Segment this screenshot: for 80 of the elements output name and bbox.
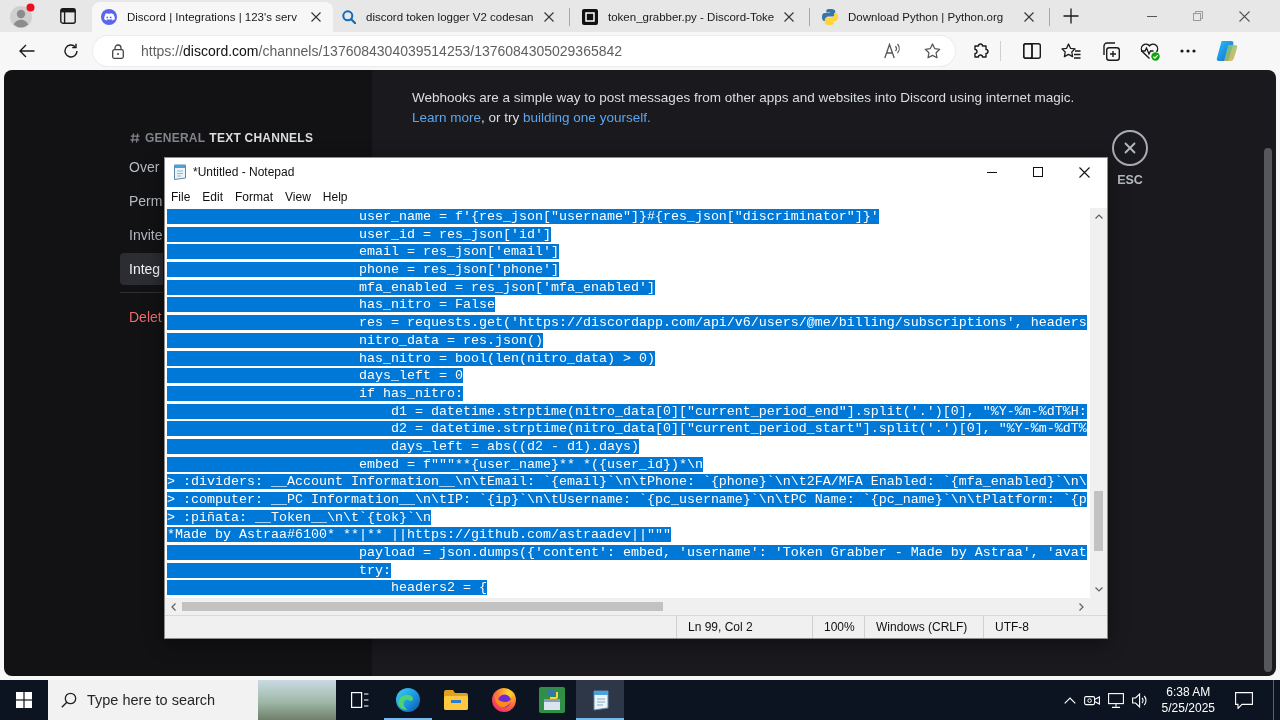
close-icon[interactable] [1239,10,1250,22]
close-icon[interactable] [784,12,795,22]
window-title: *Untitled - Notepad [193,165,295,179]
text-editor[interactable] [165,208,1090,598]
taskbar-app-button[interactable] [576,680,624,720]
package-icon[interactable] [539,687,565,713]
search-field[interactable]: Type here to search [48,680,258,720]
collections-icon[interactable] [1101,41,1120,61]
window-layout-icon[interactable] [60,8,76,24]
star-icon[interactable] [924,43,941,59]
notepad-icon [172,164,188,180]
webhooks-description: Webhooks are a simple way to post messages from other apps and websites into Discord using internet magic. [412,89,1076,107]
settings-nav-item[interactable]: Delet [120,301,163,333]
settings-nav-item[interactable]: Integ [120,253,163,285]
menu-item[interactable]: Help [316,190,354,204]
browser-tab[interactable]: token_grabber.py - Discord-Toke [573,2,806,32]
menu-item[interactable]: Edit [196,190,230,204]
settings-nav-item[interactable]: Over [120,151,163,183]
flame-globe-icon[interactable] [492,688,516,712]
close-icon[interactable] [1124,142,1136,154]
horizontal-scrollbar[interactable] [165,598,1107,615]
browser-tab[interactable]: discord token logger V2 codesan [333,2,566,32]
puzzle-piece-icon[interactable] [973,42,991,60]
menu-item[interactable]: View [279,190,317,204]
close-icon[interactable] [1079,166,1090,178]
close-icon[interactable] [1024,12,1034,22]
close-icon[interactable] [311,12,321,22]
status-bar-text: UTF-8 [983,616,1107,638]
menu-item[interactable]: File [165,190,197,204]
square-logo-icon [582,9,598,25]
minimize-icon[interactable] [987,171,997,173]
link[interactable]: Learn more [412,110,482,125]
minimize-icon[interactable] [1147,15,1157,17]
settings-nav-item[interactable]: Perm [120,185,163,217]
link[interactable]: building one yourself. [523,110,651,125]
speech-bubble-icon[interactable] [1235,691,1253,709]
browser-tab[interactable]: Discord | Integrations | 123's serv [92,2,333,32]
windows-logo-icon[interactable] [16,692,32,708]
address-field[interactable]: https://discord.com/channels/1376084304039514253/1376084305029365842 [93,36,955,66]
search-icon [342,10,356,24]
search-icon [61,692,77,708]
menu-item[interactable]: Format [229,190,280,204]
controller-logo-icon [101,9,117,25]
ribbon-logo-icon[interactable] [1216,40,1238,62]
more-icon[interactable] [1180,49,1196,53]
folder-icon[interactable] [444,690,468,710]
category-name: TEXT CHANNELS [209,131,314,145]
chevron-up-icon[interactable] [1063,696,1076,704]
new-tab-icon[interactable] [1063,8,1079,24]
scrollbar-thumb[interactable] [1094,491,1103,551]
browser-tab[interactable]: Download Python | Python.org [813,2,1046,32]
clock-time[interactable]: 6:38 AM [1166,684,1211,700]
clock-date[interactable]: 5/25/2025 [1161,700,1215,716]
profile-avatar-icon[interactable] [9,3,35,29]
vertical-scrollbar[interactable] [1090,208,1107,598]
esc-label: ESC [1117,173,1143,187]
speaker-icon[interactable] [1131,692,1148,708]
status-bar-text: 100% [812,616,864,638]
split-screen-icon[interactable] [1023,43,1041,59]
heart-pulse-icon[interactable] [1140,41,1160,61]
task-view-icon[interactable] [351,692,369,708]
monitor-icon[interactable] [1107,692,1124,708]
close-icon[interactable] [544,12,554,22]
channel-name: GENERAL [145,131,206,145]
maximize-icon[interactable] [1033,167,1043,177]
back-arrow-icon[interactable] [19,44,35,58]
favorites-icon[interactable] [1061,42,1081,60]
settings-nav-item[interactable]: Invite [120,219,163,251]
read-aloud-icon[interactable] [884,43,902,59]
refresh-icon[interactable] [63,43,79,59]
lock-icon[interactable] [112,43,124,59]
hash-icon [130,133,140,143]
scrollbar-thumb[interactable] [182,602,663,611]
swirl-logo-icon[interactable] [396,688,420,712]
close-button[interactable] [1112,130,1148,166]
webhooks-help-text: Learn more, or try building one yourself. [412,109,652,127]
snake-logo-icon [822,9,838,25]
status-bar-text: Windows (CRLF) [864,616,983,638]
status-bar-text: Ln 99, Col 2 [676,616,812,638]
scrollbar-thumb[interactable] [1264,148,1272,672]
